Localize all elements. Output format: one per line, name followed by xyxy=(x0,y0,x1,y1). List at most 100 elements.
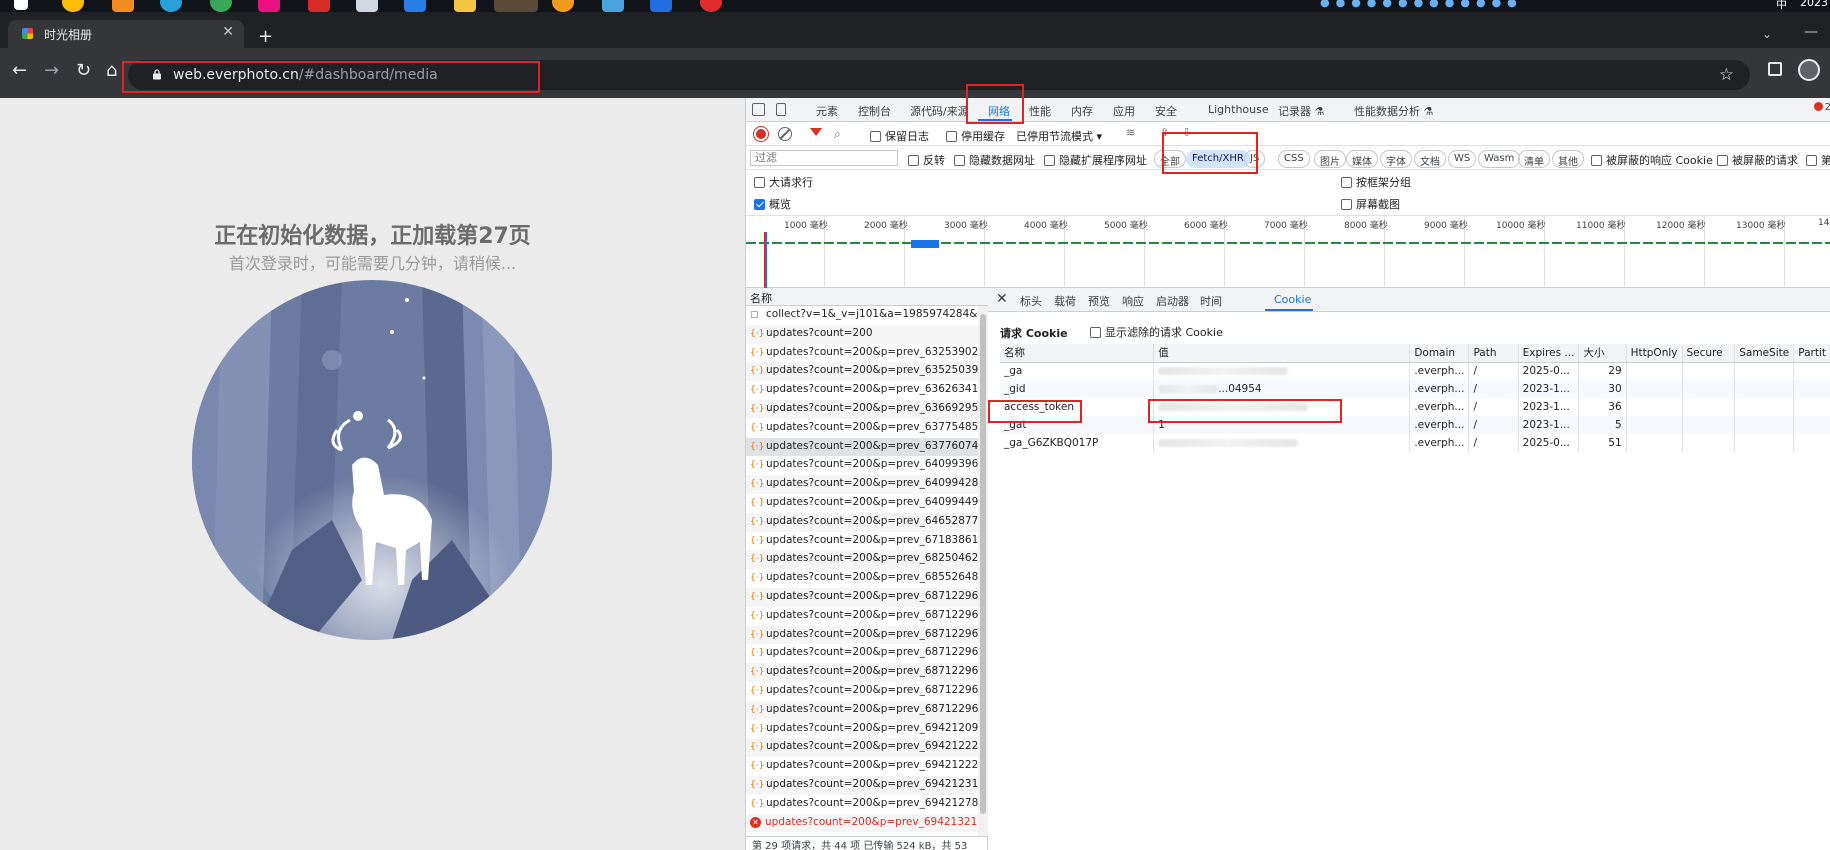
tab-performance-insights[interactable]: 性能数据分析 ⚗ xyxy=(1354,103,1433,119)
app-taskbar-icon[interactable] xyxy=(210,0,232,12)
window-minimize-icon[interactable]: — xyxy=(1804,24,1818,40)
request-row[interactable]: {·} updates?count=200&p=prev_685526481... xyxy=(746,569,978,588)
tab-application[interactable]: 应用 xyxy=(1113,103,1135,119)
search-icon[interactable]: ⌕ xyxy=(834,127,841,142)
sublime-taskbar-icon[interactable] xyxy=(112,0,134,12)
request-row[interactable]: {·} updates?count=200&p=prev_687122962... xyxy=(746,607,978,626)
request-row[interactable]: {·} updates?count=200&p=prev_694212310... xyxy=(746,775,978,795)
col-path[interactable]: Path xyxy=(1468,344,1519,363)
request-row[interactable]: {·} updates?count=200&p=prev_637760742... xyxy=(746,437,978,457)
windows-start-icon[interactable] xyxy=(14,0,28,10)
device-toolbar-icon[interactable] xyxy=(776,103,786,116)
request-row[interactable]: {·} updates?count=200&p=prev_635250391... xyxy=(746,362,978,382)
request-row[interactable]: {·} updates?count=200&p=prev_687122961... xyxy=(746,587,978,607)
request-row[interactable]: {·} updates?count=200&p=prev_687122964... xyxy=(746,644,978,663)
hide-extension-urls-checkbox[interactable]: 隐藏扩展程序网址 xyxy=(1044,152,1147,168)
detail-tab-response[interactable]: 响应 xyxy=(1122,293,1144,309)
tab-console[interactable]: 控制台 xyxy=(858,103,891,119)
group-by-frame-checkbox[interactable]: 按框架分组 xyxy=(1341,174,1411,190)
tab-memory[interactable]: 内存 xyxy=(1071,103,1093,119)
filter-funnel-icon[interactable] xyxy=(810,128,822,136)
request-row[interactable]: {·} updates?count=200&p=prev_646528774... xyxy=(746,512,978,532)
large-rows-checkbox[interactable]: 大请求行 xyxy=(754,174,813,190)
browser-tab[interactable]: 时光相册 ✕ xyxy=(8,20,244,48)
back-arrow-icon[interactable]: ← xyxy=(12,62,27,80)
clear-icon[interactable] xyxy=(778,127,792,141)
disable-cache-checkbox[interactable]: 停用缓存 xyxy=(946,128,1005,144)
third-party-checkbox[interactable]: 第 xyxy=(1806,152,1830,168)
tab-recorder[interactable]: 记录器 ⚗ xyxy=(1278,103,1324,119)
request-list-scrollbar[interactable] xyxy=(978,306,988,836)
request-row[interactable]: {·} updates?count=200&p=prev_694212227... xyxy=(746,757,978,776)
request-row[interactable]: ✕ updates?count=200&p=prev_694213217... xyxy=(746,813,978,833)
type-filter-manifest[interactable]: 清单 xyxy=(1518,150,1550,168)
col-secure[interactable]: Secure xyxy=(1682,344,1736,363)
request-row[interactable]: {·} updates?count=200&p=prev_636263414... xyxy=(746,381,978,400)
request-row[interactable]: {·} updates?count=200&p=prev_687122966... xyxy=(746,682,978,701)
tab-performance[interactable]: 性能 xyxy=(1029,103,1051,119)
type-filter-wasm[interactable]: Wasm xyxy=(1478,150,1521,168)
cookie-row[interactable]: _gat 1 .everph.../2023-1... 5 xyxy=(1000,416,1830,434)
request-row[interactable]: {·} updates?count=200&p=prev_640994283... xyxy=(746,475,978,494)
request-row[interactable]: {·} updates?count=200&p=prev_632539021... xyxy=(746,344,978,363)
request-list-header[interactable]: 名称 xyxy=(746,288,988,306)
tab-sources[interactable]: 源代码/来源 xyxy=(910,103,969,119)
request-row[interactable]: {·} updates?count=200&p=prev_682504629... xyxy=(746,550,978,570)
type-filter-font[interactable]: 字体 xyxy=(1380,150,1412,168)
tab-security[interactable]: 安全 xyxy=(1155,103,1177,119)
show-filtered-cookies-checkbox[interactable]: 显示滤除的请求 Cookie xyxy=(1090,324,1223,340)
network-conditions-icon[interactable]: ≋ xyxy=(1126,126,1135,139)
request-row[interactable]: {·} updates?count=200&p=prev_694212099... xyxy=(746,720,978,739)
col-name[interactable]: 名称 xyxy=(1000,344,1155,363)
wechat-taskbar-icon[interactable] xyxy=(494,0,538,12)
request-row[interactable]: {·} updates?count=200&p=prev_671838610... xyxy=(746,532,978,551)
screenshots-checkbox[interactable]: 屏幕截图 xyxy=(1341,196,1400,212)
detail-tab-initiator[interactable]: 启动器 xyxy=(1156,293,1189,309)
new-tab-button[interactable]: + xyxy=(258,26,273,47)
wps-taskbar-icon[interactable] xyxy=(308,0,330,12)
cookie-row[interactable]: _gid ...04954 .everph.../2023-1... 30 xyxy=(1000,380,1830,398)
request-row[interactable]: {·} updates?count=200&p=prev_636692956... xyxy=(746,399,978,419)
request-row[interactable]: {·} updates?count=200&p=prev_687122965... xyxy=(746,663,978,682)
close-tab-icon[interactable]: ✕ xyxy=(222,24,234,40)
request-row[interactable]: ▢ collect?v=1&_v=j101&a=1985974284&t... xyxy=(746,306,978,325)
ime-indicator[interactable]: 中 xyxy=(1776,0,1787,12)
profile-avatar[interactable] xyxy=(1798,59,1820,81)
error-count-badge[interactable]: 2 xyxy=(1813,102,1830,113)
type-filter-doc[interactable]: 文档 xyxy=(1414,150,1446,168)
col-value[interactable]: 值 xyxy=(1153,344,1411,363)
app2-taskbar-icon[interactable] xyxy=(404,0,426,12)
filter-input[interactable] xyxy=(750,150,898,166)
type-filter-css[interactable]: CSS xyxy=(1278,150,1310,168)
search-taskbar-icon[interactable] xyxy=(552,0,574,12)
throttle-select[interactable]: 已停用节流模式 ▾ xyxy=(1016,128,1102,144)
request-row[interactable]: {·} updates?count=200&p=prev_640994494... xyxy=(746,494,978,513)
close-detail-icon[interactable]: ✕ xyxy=(996,291,1008,307)
cookie-row[interactable]: access_token .everph.../2023-1... 36 xyxy=(1000,398,1830,416)
side-panel-icon[interactable] xyxy=(1768,62,1782,76)
inspect-element-icon[interactable] xyxy=(752,103,765,116)
type-filter-img[interactable]: 图片 xyxy=(1314,150,1346,168)
request-row[interactable]: {·} updates?count=200&p=prev_640993967... xyxy=(746,456,978,475)
col-size[interactable]: 大小 xyxy=(1578,344,1627,363)
chrome-taskbar-icon[interactable] xyxy=(62,0,84,12)
cookie-row[interactable]: _ga_G6ZKBQ017P .everph.../2025-0... 51 xyxy=(1000,434,1830,452)
request-row[interactable]: {·} updates?count=200&p=prev_687122963... xyxy=(746,625,978,645)
bookmark-star-icon[interactable]: ☆ xyxy=(1719,65,1734,85)
col-samesite[interactable]: SameSite xyxy=(1734,344,1795,363)
col-httponly[interactable]: HttpOnly xyxy=(1626,344,1683,363)
folder-taskbar-icon[interactable] xyxy=(454,0,476,12)
detail-tab-preview[interactable]: 预览 xyxy=(1088,293,1110,309)
home-icon[interactable]: ⌂ xyxy=(106,62,117,80)
tab-search-chevron-icon[interactable]: ⌄ xyxy=(1762,27,1772,41)
request-row[interactable]: {·} updates?count=200&p=prev_637754850... xyxy=(746,419,978,438)
app3-taskbar-icon[interactable] xyxy=(602,0,624,12)
type-filter-media[interactable]: 媒体 xyxy=(1346,150,1378,168)
hide-data-urls-checkbox[interactable]: 隐藏数据网址 xyxy=(954,152,1035,168)
detail-tab-timing[interactable]: 时间 xyxy=(1200,293,1222,309)
detail-tab-headers[interactable]: 标头 xyxy=(1020,293,1042,309)
type-filter-other[interactable]: 其他 xyxy=(1552,150,1584,168)
scrollbar-thumb[interactable] xyxy=(980,314,986,814)
monitor-taskbar-icon[interactable] xyxy=(356,0,378,12)
request-row[interactable]: {·} updates?count=200&p=prev_694212227... xyxy=(746,738,978,758)
